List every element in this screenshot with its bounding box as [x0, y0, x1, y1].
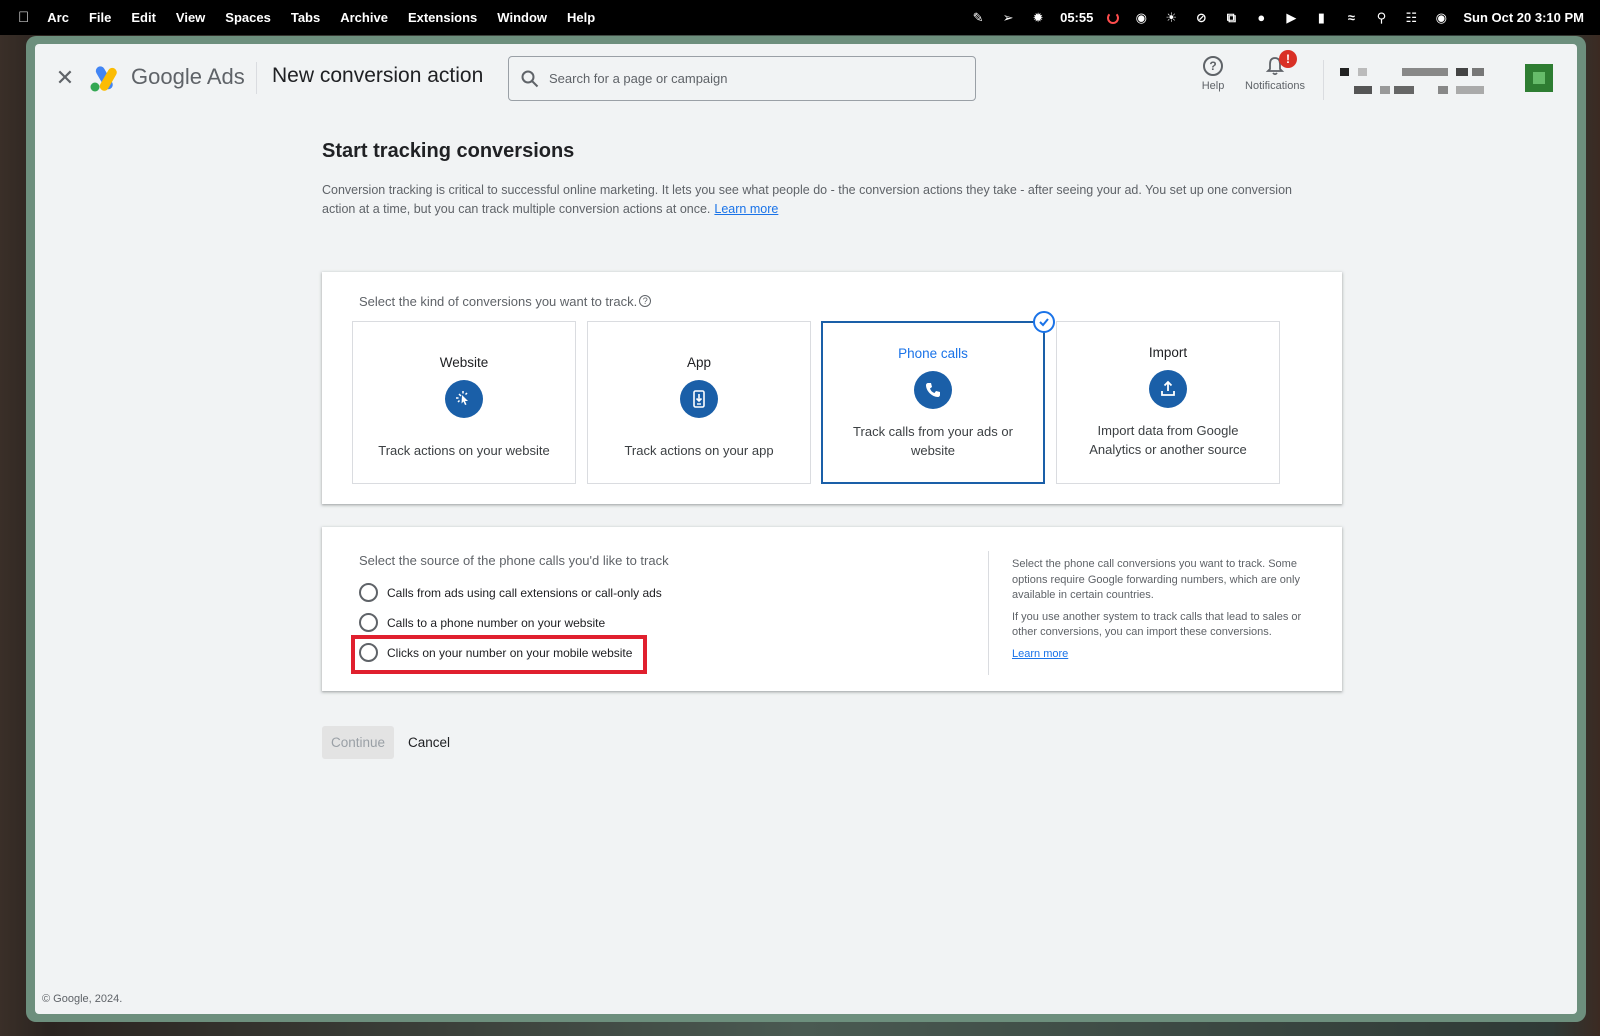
- option-website[interactable]: Website Track actions on your website: [352, 321, 576, 484]
- screens-icon[interactable]: ⧉: [1223, 10, 1239, 25]
- browser-window: ✕ Google Ads New conversion action ? Hel…: [26, 36, 1586, 1022]
- option-title: Website: [439, 355, 489, 370]
- radio-button[interactable]: [359, 613, 378, 632]
- option-title: Phone calls: [898, 346, 968, 361]
- battery-icon[interactable]: ▮: [1313, 10, 1329, 25]
- page-title: New conversion action: [272, 64, 484, 87]
- user-icon[interactable]: ●: [1253, 10, 1269, 25]
- menu-extensions[interactable]: Extensions: [408, 10, 477, 25]
- menu-app[interactable]: Arc: [47, 10, 69, 25]
- intro-body: Conversion tracking is critical to succe…: [322, 183, 1292, 216]
- source-option-ads[interactable]: Calls from ads using call extensions or …: [359, 583, 662, 602]
- record-icon[interactable]: ◉: [1133, 10, 1149, 25]
- spotlight-icon[interactable]: ⚲: [1373, 10, 1389, 25]
- help-label: Help: [1201, 80, 1225, 92]
- apple-icon[interactable]: : [18, 9, 29, 26]
- close-icon[interactable]: ✕: [53, 65, 77, 90]
- play-icon[interactable]: ▶: [1283, 10, 1299, 25]
- control-center-icon[interactable]: ☷: [1403, 10, 1419, 25]
- divider: [988, 551, 989, 675]
- menu-archive[interactable]: Archive: [340, 10, 388, 25]
- intro-text: Conversion tracking is critical to succe…: [322, 181, 1312, 218]
- radio-label: Calls from ads using call extensions or …: [387, 585, 662, 600]
- side-learn-more-link[interactable]: Learn more: [1012, 648, 1068, 660]
- highlight-annotation: [351, 635, 647, 674]
- option-phone-calls[interactable]: Phone calls Track calls from your ads or…: [821, 311, 1055, 484]
- avatar[interactable]: [1525, 64, 1553, 92]
- timer-icon: [1107, 11, 1120, 24]
- side-info-text-1: Select the phone call conversions you wa…: [1012, 558, 1300, 601]
- timer-text[interactable]: 05:55: [1060, 10, 1093, 25]
- radio-button[interactable]: [359, 583, 378, 602]
- side-info: Select the phone call conversions you wa…: [1012, 557, 1312, 662]
- google-ads-page: ✕ Google Ads New conversion action ? Hel…: [35, 44, 1577, 1014]
- cancel-button[interactable]: Cancel: [408, 735, 450, 750]
- cursor-click-icon: [445, 380, 483, 418]
- radio-label: Calls to a phone number on your website: [387, 615, 606, 630]
- menu-help[interactable]: Help: [567, 10, 595, 25]
- main-content: Start tracking conversions Conversion tr…: [322, 140, 1342, 759]
- menu-window[interactable]: Window: [497, 10, 547, 25]
- check-icon: [1033, 311, 1055, 333]
- option-desc: Track calls from your ads or website: [853, 424, 1013, 458]
- source-option-website[interactable]: Calls to a phone number on your website: [359, 613, 605, 632]
- google-ads-logo: [90, 66, 117, 92]
- option-app[interactable]: App Track actions on your app: [587, 321, 811, 484]
- option-desc: Track actions on your website: [378, 443, 550, 458]
- option-import[interactable]: Import Import data from Google Analytics…: [1056, 321, 1280, 484]
- option-desc: Import data from Google Analytics or ano…: [1089, 423, 1247, 457]
- footer-copyright: © Google, 2024.: [42, 993, 123, 1005]
- kind-label-text: Select the kind of conversions you want …: [359, 294, 638, 309]
- brand-name: Google Ads: [131, 64, 245, 89]
- continue-button[interactable]: Continue: [322, 726, 394, 759]
- call-source-card: Select the source of the phone calls you…: [322, 527, 1342, 691]
- search-icon: [521, 70, 539, 87]
- kind-label: Select the kind of conversions you want …: [359, 294, 652, 309]
- account-info-pixelated[interactable]: [1340, 64, 1490, 100]
- notification-badge: !: [1279, 50, 1297, 68]
- siri-icon[interactable]: ◉: [1433, 10, 1449, 25]
- learn-more-link[interactable]: Learn more: [714, 202, 778, 216]
- info-icon[interactable]: ?: [639, 295, 652, 307]
- form-actions: Continue Cancel: [322, 726, 450, 759]
- divider: [1323, 60, 1324, 100]
- search-box[interactable]: [508, 56, 976, 101]
- notifications-button[interactable]: ! Notifications: [1235, 50, 1315, 104]
- dnd-icon[interactable]: ⊘: [1193, 10, 1209, 25]
- status-area: ✎ ➢ ✹ 05:55 ◉ ☀ ⊘ ⧉ ● ▶ ▮ ≈ ⚲ ☷ ◉ Sun Oc…: [970, 0, 1584, 35]
- script-icon[interactable]: ✎: [970, 10, 986, 25]
- side-info-text-2: If you use another system to track calls…: [1012, 610, 1302, 639]
- menu-view[interactable]: View: [176, 10, 205, 25]
- brightness-icon[interactable]: ☀: [1163, 10, 1179, 25]
- openai-icon[interactable]: ✹: [1030, 10, 1046, 25]
- menu-spaces[interactable]: Spaces: [225, 10, 271, 25]
- menu-file[interactable]: File: [89, 10, 111, 25]
- top-bar: ✕ Google Ads New conversion action ? Hel…: [35, 44, 1577, 112]
- phone-icon: [914, 371, 952, 409]
- cursor-icon[interactable]: ➢: [1000, 10, 1016, 25]
- help-icon: ?: [1203, 56, 1223, 76]
- divider: [256, 62, 257, 94]
- clock[interactable]: Sun Oct 20 3:10 PM: [1463, 10, 1584, 25]
- option-title: Import: [1148, 345, 1188, 360]
- option-desc: Track actions on your app: [624, 443, 774, 458]
- notifications-label: Notifications: [1245, 80, 1305, 92]
- upload-icon: [1149, 370, 1187, 408]
- help-button[interactable]: ? Help: [1193, 56, 1233, 104]
- menubar:  Arc File Edit View Spaces Tabs Archive…: [0, 0, 1600, 35]
- menu-edit[interactable]: Edit: [131, 10, 156, 25]
- phone-download-icon: [680, 380, 718, 418]
- wifi-icon[interactable]: ≈: [1343, 10, 1359, 25]
- source-label: Select the source of the phone calls you…: [359, 553, 669, 568]
- conversion-kind-card: Select the kind of conversions you want …: [322, 272, 1342, 504]
- section-title: Start tracking conversions: [322, 140, 575, 162]
- option-title: App: [686, 355, 712, 370]
- search-input[interactable]: [549, 71, 929, 86]
- menu-tabs[interactable]: Tabs: [291, 10, 320, 25]
